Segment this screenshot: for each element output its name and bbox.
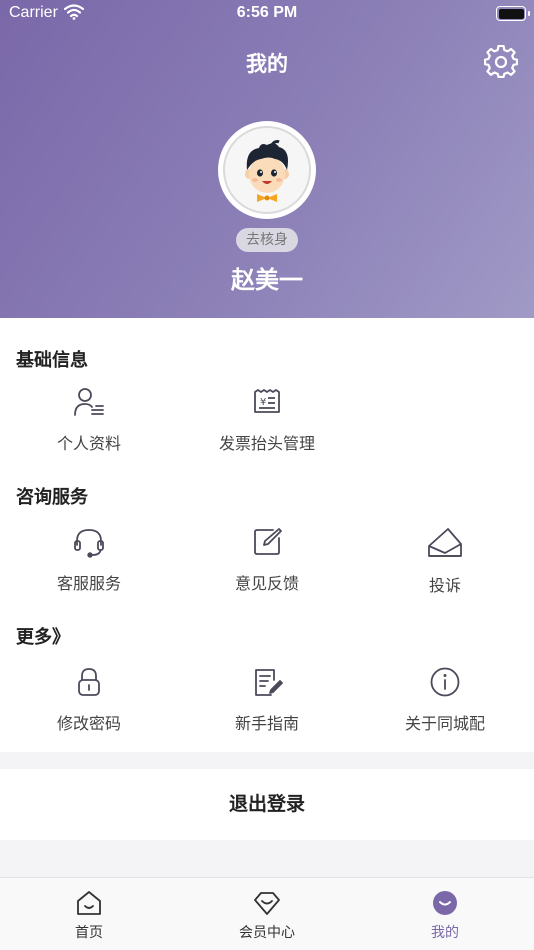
headset-icon xyxy=(0,526,178,562)
feedback-label: 意见反馈 xyxy=(234,574,299,593)
beginner-guide-label: 新手指南 xyxy=(234,714,299,733)
user-name: 赵美一 xyxy=(231,266,303,294)
customer-service-label: 客服服务 xyxy=(56,574,121,593)
section-title-more: 更多》 xyxy=(16,627,70,648)
logout-section: 退出登录 xyxy=(0,769,534,840)
avatar-image xyxy=(223,126,311,214)
tab-mine-label: 我的 xyxy=(431,925,459,941)
feedback-item[interactable]: 意见反馈 xyxy=(178,526,356,594)
home-icon xyxy=(0,890,178,920)
section-title-consult-service: 咨询服务 xyxy=(16,487,88,508)
svg-text:¥: ¥ xyxy=(260,397,266,408)
edit-icon xyxy=(178,526,356,562)
battery-icon xyxy=(496,6,530,21)
person-icon xyxy=(0,386,178,422)
personal-info-item[interactable]: 个人资料 xyxy=(0,386,178,454)
invoice-icon: ¥ xyxy=(178,386,356,422)
avatar[interactable] xyxy=(218,121,316,219)
lock-icon xyxy=(0,666,178,702)
gear-icon[interactable] xyxy=(483,44,519,79)
diamond-icon xyxy=(178,890,356,920)
info-icon xyxy=(356,666,534,702)
customer-service-item[interactable]: 客服服务 xyxy=(0,526,178,594)
change-password-item[interactable]: 修改密码 xyxy=(0,666,178,734)
section-title-basic-info: 基础信息 xyxy=(16,350,88,371)
invoice-title-label: 发票抬头管理 xyxy=(218,434,315,453)
complaint-item[interactable]: 投诉 xyxy=(356,526,534,596)
tab-member-center-label: 会员中心 xyxy=(239,925,295,941)
personal-info-label: 个人资料 xyxy=(56,434,121,453)
tab-mine[interactable]: 我的 xyxy=(356,878,534,950)
envelope-icon xyxy=(356,526,534,564)
tab-home[interactable]: 首页 xyxy=(0,878,178,950)
about-label: 关于同城配 xyxy=(404,714,485,733)
change-password-label: 修改密码 xyxy=(56,714,121,733)
tab-member-center[interactable]: 会员中心 xyxy=(178,878,356,950)
tab-home-label: 首页 xyxy=(75,925,103,941)
status-bar: Carrier 6:56 PM xyxy=(0,0,534,28)
guide-icon xyxy=(178,666,356,702)
menu-panel: 基础信息 个人资料 ¥ 发票抬头管理 咨询服务 客服服务 意见反馈 投诉 更多》… xyxy=(0,318,534,752)
profile-header: Carrier 6:56 PM 我的 去核身 赵美一 xyxy=(0,0,534,318)
about-item[interactable]: 关于同城配 xyxy=(356,666,534,734)
complaint-label: 投诉 xyxy=(428,576,461,595)
tab-bar: 首页 会员中心 我的 xyxy=(0,877,534,950)
profile-smile-icon xyxy=(356,890,534,920)
logout-button[interactable]: 退出登录 xyxy=(0,769,534,840)
page-title: 我的 xyxy=(246,52,288,76)
clock: 6:56 PM xyxy=(236,4,298,21)
beginner-guide-item[interactable]: 新手指南 xyxy=(178,666,356,734)
verify-identity-button[interactable]: 去核身 xyxy=(236,228,298,252)
invoice-title-item[interactable]: ¥ 发票抬头管理 xyxy=(178,386,356,454)
